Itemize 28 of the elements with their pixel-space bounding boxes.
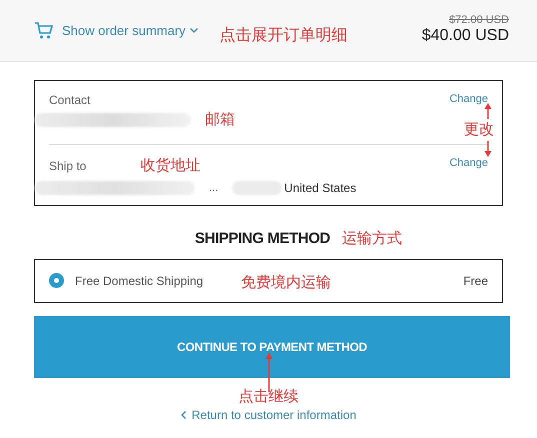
annotation: 免费境内运输 bbox=[241, 273, 332, 294]
radio-button[interactable] bbox=[49, 273, 64, 288]
shipping-option[interactable]: Free Domestic Shipping 免费境内运输 Free bbox=[34, 258, 503, 302]
total-price: $40.00 USD bbox=[422, 26, 509, 46]
cart-icon bbox=[34, 22, 54, 40]
continue-button[interactable]: CONTINUE TO PAYMENT METHOD bbox=[34, 316, 510, 378]
annotation: 收货地址 bbox=[140, 156, 200, 176]
return-link[interactable]: Return to customer information bbox=[180, 406, 356, 424]
annotation: 邮箱 bbox=[205, 110, 235, 130]
annotation: 更改 bbox=[464, 120, 494, 140]
original-price: $72.00 USD bbox=[449, 15, 509, 26]
chevron-down-icon bbox=[190, 28, 198, 33]
order-summary-link[interactable]: Show order summary bbox=[62, 20, 198, 40]
field-label: Ship to bbox=[49, 158, 86, 175]
arrow-icon bbox=[484, 103, 492, 119]
country-text: United States bbox=[284, 180, 356, 197]
option-label: Free Domestic Shipping bbox=[75, 272, 204, 290]
annotation: 点击继续 bbox=[238, 388, 298, 406]
change-link[interactable]: Change bbox=[449, 154, 488, 171]
ellipsis: ... bbox=[209, 180, 218, 196]
arrow-icon bbox=[484, 141, 492, 157]
option-price: Free bbox=[463, 272, 488, 290]
chevron-left-icon bbox=[180, 411, 186, 420]
annotation: 运输方式 bbox=[342, 229, 402, 249]
field-label: Contact bbox=[49, 92, 90, 109]
change-link[interactable]: Change bbox=[449, 91, 488, 108]
annotation: 点击展开订单明细 bbox=[220, 26, 348, 46]
section-heading: SHIPPING METHOD bbox=[194, 229, 330, 249]
